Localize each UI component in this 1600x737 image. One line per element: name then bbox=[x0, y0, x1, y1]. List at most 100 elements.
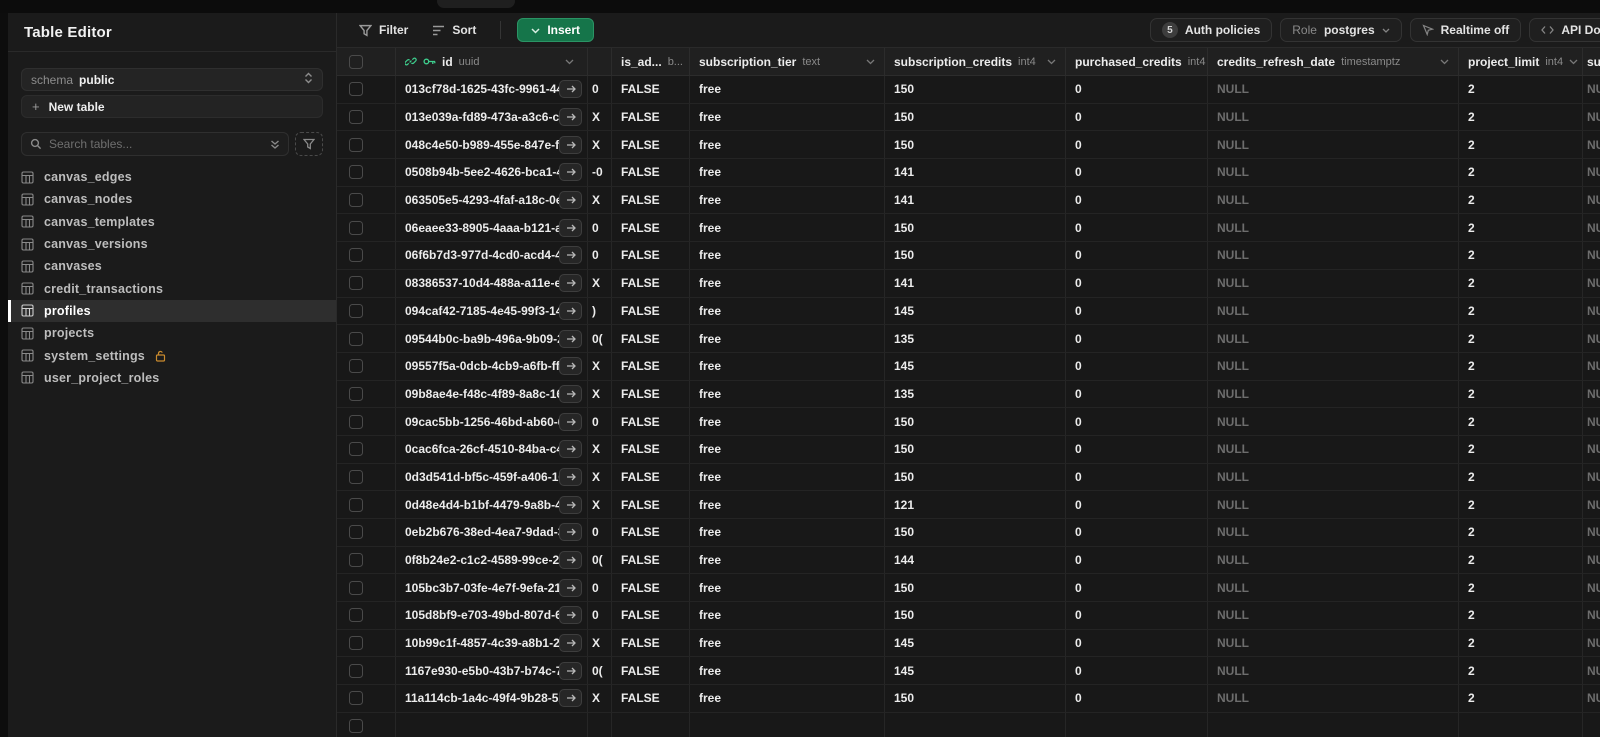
cell-project-limit[interactable]: 2 bbox=[1459, 491, 1583, 518]
row-checkbox[interactable] bbox=[349, 525, 363, 540]
collapse-all-icon[interactable] bbox=[270, 139, 280, 150]
cell-subscription-credits[interactable]: 150 bbox=[885, 602, 1066, 629]
expand-row-button[interactable] bbox=[559, 80, 582, 99]
row-checkbox[interactable] bbox=[349, 303, 363, 318]
cell-id[interactable] bbox=[396, 712, 588, 737]
cell-is-admin[interactable]: FALSE bbox=[612, 269, 690, 297]
auth-policies-button[interactable]: 5 Auth policies bbox=[1149, 18, 1273, 42]
cell-subscription-credits[interactable]: 150 bbox=[885, 574, 1066, 602]
cell-is-admin[interactable]: FALSE bbox=[612, 519, 690, 546]
cell-clipped[interactable]: 0 bbox=[588, 408, 612, 435]
sidebar-item-canvas_versions[interactable]: canvas_versions bbox=[8, 233, 336, 255]
expand-row-button[interactable] bbox=[559, 135, 582, 154]
column-header-credits-refresh-date[interactable]: credits_refresh_date timestamptz bbox=[1208, 48, 1459, 75]
cell-clipped[interactable]: 0 bbox=[588, 574, 612, 602]
cell-purchased-credits[interactable]: 0 bbox=[1066, 519, 1208, 546]
cell-purchased-credits[interactable]: 0 bbox=[1066, 131, 1208, 159]
sidebar-item-canvas_nodes[interactable]: canvas_nodes bbox=[8, 188, 336, 210]
expand-row-button[interactable] bbox=[559, 384, 582, 403]
insert-button[interactable]: Insert bbox=[517, 18, 595, 42]
cell-subscription-tier[interactable]: free bbox=[690, 435, 885, 463]
expand-row-button[interactable] bbox=[559, 412, 582, 431]
row-checkbox[interactable] bbox=[349, 82, 363, 97]
row-checkbox[interactable] bbox=[349, 359, 363, 374]
cell-su-clipped[interactable]: NULL bbox=[1583, 491, 1600, 518]
cell-subscription-tier[interactable]: free bbox=[690, 214, 885, 242]
cell-purchased-credits[interactable]: 0 bbox=[1066, 574, 1208, 602]
cell-is-admin[interactable]: FALSE bbox=[612, 159, 690, 186]
cell-project-limit[interactable] bbox=[1459, 712, 1583, 737]
column-header-id[interactable]: id uuid bbox=[396, 48, 588, 75]
cell-id[interactable]: 11a114cb-1a4c-49f4-9b28-52219ec... bbox=[396, 685, 588, 712]
column-header-is-admin[interactable]: is_ad... b... bbox=[612, 48, 690, 75]
sidebar-item-credit_transactions[interactable]: credit_transactions bbox=[8, 277, 336, 299]
cell-credits-refresh-date[interactable]: NULL bbox=[1208, 131, 1459, 159]
cell-project-limit[interactable]: 2 bbox=[1459, 380, 1583, 408]
cell-project-limit[interactable]: 2 bbox=[1459, 574, 1583, 602]
cell-is-admin[interactable]: FALSE bbox=[612, 629, 690, 657]
cell-subscription-tier[interactable]: free bbox=[690, 574, 885, 602]
cell-subscription-tier[interactable]: free bbox=[690, 242, 885, 269]
cell-is-admin[interactable]: FALSE bbox=[612, 435, 690, 463]
cell-project-limit[interactable]: 2 bbox=[1459, 435, 1583, 463]
cell-project-limit[interactable]: 2 bbox=[1459, 103, 1583, 131]
cell-subscription-credits[interactable]: 150 bbox=[885, 408, 1066, 435]
cell-subscription-tier[interactable]: free bbox=[690, 325, 885, 352]
cell-credits-refresh-date[interactable]: NULL bbox=[1208, 214, 1459, 242]
cell-credits-refresh-date[interactable]: NULL bbox=[1208, 103, 1459, 131]
cell-subscription-credits[interactable]: 150 bbox=[885, 131, 1066, 159]
cell-subscription-tier[interactable] bbox=[690, 712, 885, 737]
cell-id[interactable]: 09544b0c-ba9b-496a-9b09-244... bbox=[396, 325, 588, 352]
cell-clipped[interactable]: 0 bbox=[588, 602, 612, 629]
cell-is-admin[interactable]: FALSE bbox=[612, 491, 690, 518]
cell-id[interactable]: 048c4e50-b989-455e-847e-fb2f... bbox=[396, 131, 588, 159]
cell-purchased-credits[interactable]: 0 bbox=[1066, 352, 1208, 380]
cell-su-clipped[interactable]: NULL bbox=[1583, 547, 1600, 574]
search-tables-input[interactable]: Search tables... bbox=[21, 132, 289, 156]
cell-project-limit[interactable]: 2 bbox=[1459, 408, 1583, 435]
cell-subscription-credits[interactable]: 150 bbox=[885, 214, 1066, 242]
sidebar-item-projects[interactable]: projects bbox=[8, 322, 336, 344]
cell-id[interactable]: 06f6b7d3-977d-4cd0-acd4-4a78... bbox=[396, 242, 588, 269]
cell-is-admin[interactable]: FALSE bbox=[612, 546, 690, 574]
expand-row-button[interactable] bbox=[559, 274, 582, 293]
cell-su-clipped[interactable]: NULL bbox=[1583, 298, 1600, 325]
cell-clipped[interactable]: X bbox=[588, 629, 612, 657]
cell-purchased-credits[interactable]: 0 bbox=[1066, 297, 1208, 325]
cell-credits-refresh-date[interactable]: NULL bbox=[1208, 76, 1459, 103]
row-checkbox[interactable] bbox=[349, 663, 363, 678]
column-header-su-clipped[interactable]: su bbox=[1583, 48, 1600, 75]
cell-clipped[interactable]: X bbox=[588, 380, 612, 408]
sort-button[interactable]: Sort bbox=[424, 17, 484, 43]
cell-subscription-tier[interactable]: free bbox=[690, 103, 885, 131]
cell-project-limit[interactable]: 2 bbox=[1459, 76, 1583, 103]
cell-clipped[interactable]: 0 bbox=[588, 519, 612, 546]
cell-is-admin[interactable]: FALSE bbox=[612, 214, 690, 242]
cell-project-limit[interactable]: 2 bbox=[1459, 214, 1583, 242]
cell-subscription-tier[interactable]: free bbox=[690, 629, 885, 657]
cell-credits-refresh-date[interactable]: NULL bbox=[1208, 186, 1459, 214]
sidebar-item-canvas_templates[interactable]: canvas_templates bbox=[8, 211, 336, 233]
api-docs-button[interactable]: API Docs bbox=[1529, 18, 1600, 42]
cell-su-clipped[interactable]: NULL bbox=[1583, 657, 1600, 684]
cell-credits-refresh-date[interactable]: NULL bbox=[1208, 435, 1459, 463]
cell-is-admin[interactable]: FALSE bbox=[612, 463, 690, 491]
cell-id[interactable]: 10b99c1f-4857-4c39-a8b1-263b8... bbox=[396, 629, 588, 657]
cell-purchased-credits[interactable]: 0 bbox=[1066, 214, 1208, 242]
expand-row-button[interactable] bbox=[559, 108, 582, 127]
chevron-down-icon[interactable] bbox=[866, 59, 875, 65]
cell-subscription-tier[interactable]: free bbox=[690, 546, 885, 574]
cell-credits-refresh-date[interactable]: NULL bbox=[1208, 491, 1459, 518]
cell-su-clipped[interactable]: NULL bbox=[1583, 187, 1600, 214]
expand-row-button[interactable] bbox=[559, 246, 582, 265]
cell-su-clipped[interactable]: NULL bbox=[1583, 408, 1600, 435]
cell-clipped[interactable]: X bbox=[588, 186, 612, 214]
cell-su-clipped[interactable] bbox=[1583, 713, 1600, 737]
row-checkbox[interactable] bbox=[349, 553, 363, 568]
cell-id[interactable]: 08386537-10d4-488a-a11e-eb5a6... bbox=[396, 269, 588, 297]
cell-clipped[interactable]: -0 bbox=[588, 159, 612, 186]
cell-purchased-credits[interactable]: 0 bbox=[1066, 546, 1208, 574]
cell-subscription-credits[interactable]: 150 bbox=[885, 103, 1066, 131]
expand-row-button[interactable] bbox=[559, 467, 582, 486]
cell-subscription-tier[interactable]: free bbox=[690, 685, 885, 712]
